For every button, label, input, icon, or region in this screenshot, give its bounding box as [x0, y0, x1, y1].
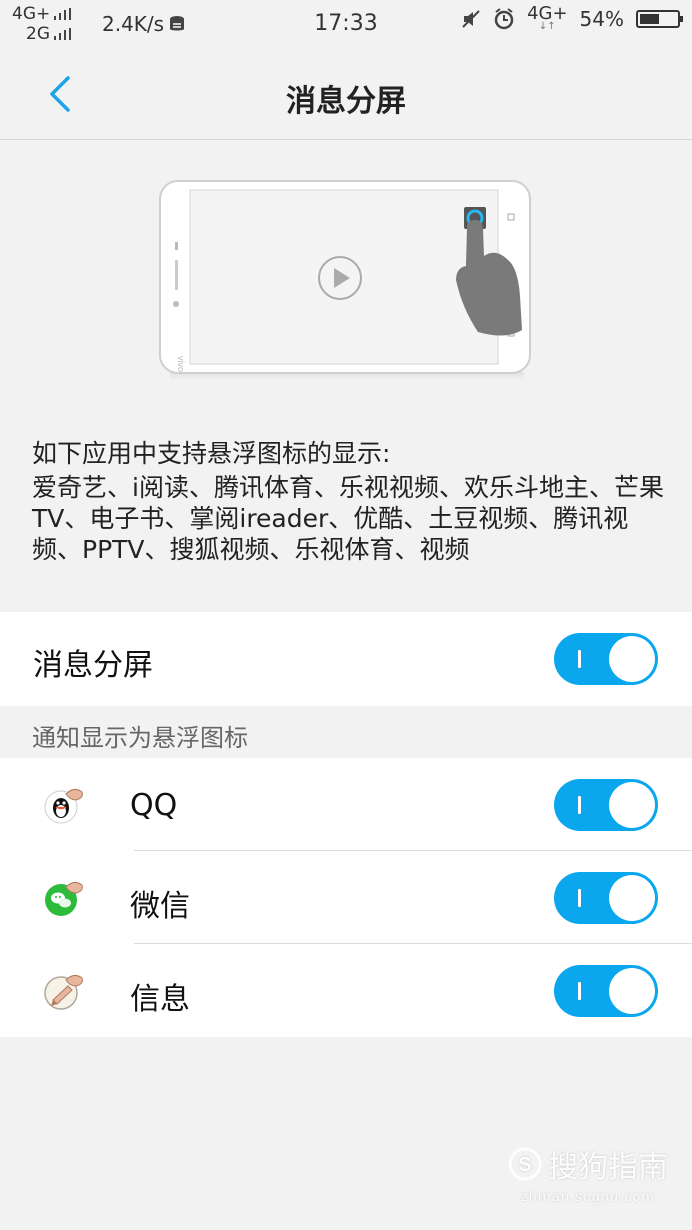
description-body: 爱奇艺、i阅读、腾讯体育、乐视视频、欢乐斗地主、芒果TV、电子书、掌阅iread… [32, 473, 664, 564]
list-item-messages[interactable]: 信息 [0, 944, 692, 1037]
page-title: 消息分屏 [286, 84, 406, 119]
app-label: 信息 [130, 982, 190, 1017]
wechat-toggle[interactable] [554, 872, 658, 924]
list-item-wechat[interactable]: 微信 [0, 851, 692, 944]
network-type-right: 4G+ ↓↑ [527, 3, 568, 32]
section-header: 通知显示为悬浮图标 [32, 724, 248, 752]
svg-text:S: S [518, 1154, 531, 1176]
app-label: QQ [130, 788, 178, 823]
watermark-main: 搜狗指南 [548, 1150, 668, 1185]
split-screen-setting-row[interactable]: 消息分屏 [0, 612, 692, 706]
battery-icon [636, 10, 683, 28]
messages-icon [44, 974, 83, 1010]
sogou-logo-icon: S [508, 1147, 542, 1181]
alarm-icon [494, 8, 514, 30]
status-bar: 4G+ 2G 2.4K/s 17:33 4G+ ↓↑ 54% [0, 0, 692, 50]
list-item-qq[interactable]: QQ [0, 758, 692, 851]
watermark-sub: zhinan.sogou.com [520, 1190, 656, 1205]
svg-text:vivo: vivo [176, 356, 186, 372]
status-icons: 4G+ ↓↑ 54% [461, 3, 683, 32]
app-list: QQ 微信 信息 [0, 758, 692, 1037]
split-screen-toggle[interactable] [554, 633, 658, 685]
app-label: 微信 [130, 889, 190, 924]
description-heading: 如下应用中支持悬浮图标的显示: [32, 439, 391, 468]
supported-apps-description: 如下应用中支持悬浮图标的显示: 爱奇艺、i阅读、腾讯体育、乐视视频、欢乐斗地主、… [32, 437, 672, 565]
messages-toggle[interactable] [554, 965, 658, 1017]
battery-percent: 54% [579, 7, 624, 31]
wechat-icon [45, 881, 83, 916]
mute-icon [462, 10, 480, 28]
watermark: S 搜狗指南 zhinan.sogou.com [508, 1142, 668, 1205]
nav-bar: 消息分屏 [0, 50, 692, 140]
split-screen-illustration: vivo [159, 180, 531, 380]
qq-icon [44, 788, 83, 824]
split-screen-label: 消息分屏 [33, 648, 153, 683]
qq-toggle[interactable] [554, 779, 658, 831]
